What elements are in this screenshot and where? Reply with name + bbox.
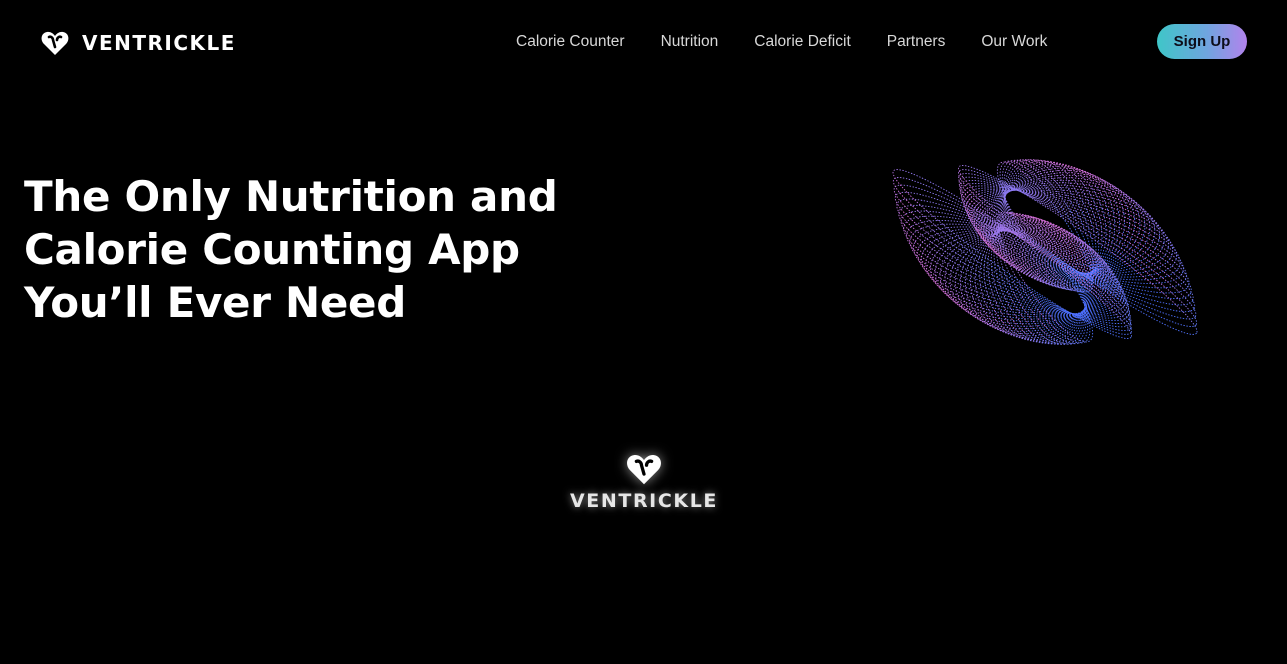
- sign-up-button[interactable]: Sign Up: [1157, 24, 1247, 59]
- spiral-wave-art: [892, 159, 1198, 345]
- brand-name: VENTRICKLE: [82, 31, 236, 55]
- center-brand-name: VENTRICKLE: [570, 490, 718, 512]
- hero-title: The Only Nutrition and Calorie Counting …: [24, 170, 644, 329]
- nav-link-nutrition[interactable]: Nutrition: [661, 33, 719, 51]
- hero-title-line-2: Calorie Counting App: [24, 225, 520, 274]
- heart-logo-icon: [627, 454, 661, 485]
- landing-page: VENTRICKLE Calorie Counter Nutrition Cal…: [0, 0, 1287, 664]
- nav-link-calorie-deficit[interactable]: Calorie Deficit: [754, 33, 850, 51]
- nav-link-our-work[interactable]: Our Work: [981, 33, 1047, 51]
- hero-title-line-1: The Only Nutrition and: [24, 172, 558, 221]
- nav-link-partners[interactable]: Partners: [887, 33, 946, 51]
- nav-link-calorie-counter[interactable]: Calorie Counter: [516, 33, 625, 51]
- brand-logo-link[interactable]: VENTRICKLE: [40, 28, 236, 58]
- center-brand: VENTRICKLE: [544, 450, 744, 512]
- heart-logo-icon: [41, 31, 69, 55]
- art-line: [960, 182, 1192, 300]
- hero-title-line-3: You’ll Ever Need: [24, 278, 406, 327]
- main-nav: Calorie Counter Nutrition Calorie Defici…: [500, 30, 1067, 54]
